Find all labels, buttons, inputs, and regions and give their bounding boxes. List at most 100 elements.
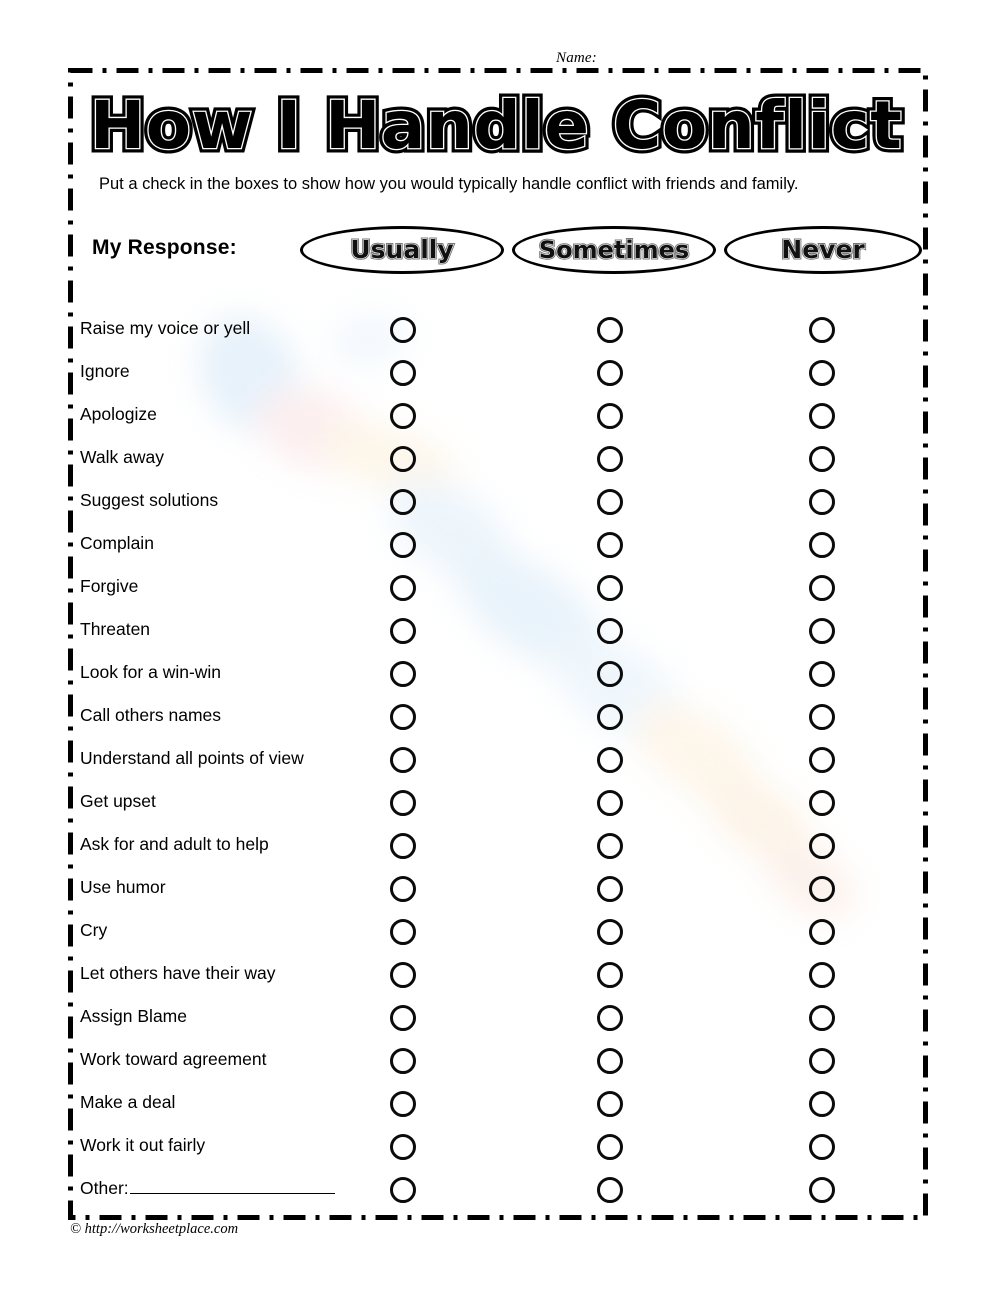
response-bubble-usually[interactable] bbox=[390, 575, 416, 601]
response-bubble-sometimes[interactable] bbox=[597, 876, 623, 902]
response-bubble-sometimes[interactable] bbox=[597, 360, 623, 386]
response-bubble-never[interactable] bbox=[809, 790, 835, 816]
row-label-text: Raise my voice or yell bbox=[80, 318, 251, 338]
checklist-row: Cry bbox=[0, 918, 1000, 961]
checklist-row: Use humor bbox=[0, 875, 1000, 918]
row-label: Understand all points of view bbox=[80, 746, 304, 770]
row-label: Ask for and adult to help bbox=[80, 832, 269, 856]
response-bubble-sometimes[interactable] bbox=[597, 747, 623, 773]
response-bubble-sometimes[interactable] bbox=[597, 1177, 623, 1203]
row-label: Call others names bbox=[80, 703, 221, 727]
checklist-row: Suggest solutions bbox=[0, 488, 1000, 531]
row-label-text: Other: bbox=[80, 1178, 129, 1198]
response-bubble-usually[interactable] bbox=[390, 962, 416, 988]
checklist-row: Work toward agreement bbox=[0, 1047, 1000, 1090]
checklist-row: Work it out fairly bbox=[0, 1133, 1000, 1176]
response-bubble-never[interactable] bbox=[809, 1134, 835, 1160]
row-label-text: Use humor bbox=[80, 877, 166, 897]
row-label-text: Complain bbox=[80, 533, 154, 553]
response-bubble-usually[interactable] bbox=[390, 790, 416, 816]
response-bubble-usually[interactable] bbox=[390, 1177, 416, 1203]
svg-text:Usually: Usually bbox=[350, 235, 453, 264]
response-bubble-sometimes[interactable] bbox=[597, 962, 623, 988]
row-label-text: Apologize bbox=[80, 404, 157, 424]
my-response-label: My Response: bbox=[92, 236, 237, 259]
response-bubble-never[interactable] bbox=[809, 1048, 835, 1074]
row-label: Get upset bbox=[80, 789, 156, 813]
column-header-sometimes: Sometimes Sometimes Sometimes bbox=[512, 226, 716, 274]
response-bubble-never[interactable] bbox=[809, 962, 835, 988]
other-write-in-line[interactable] bbox=[129, 1180, 335, 1194]
response-bubble-sometimes[interactable] bbox=[597, 317, 623, 343]
response-bubble-never[interactable] bbox=[809, 704, 835, 730]
response-bubble-usually[interactable] bbox=[390, 876, 416, 902]
response-bubble-sometimes[interactable] bbox=[597, 919, 623, 945]
response-bubble-usually[interactable] bbox=[390, 1134, 416, 1160]
response-bubble-never[interactable] bbox=[809, 876, 835, 902]
response-bubble-sometimes[interactable] bbox=[597, 618, 623, 644]
svg-text:Never: Never bbox=[781, 235, 865, 264]
response-bubble-sometimes[interactable] bbox=[597, 1091, 623, 1117]
response-bubble-sometimes[interactable] bbox=[597, 1048, 623, 1074]
response-bubble-usually[interactable] bbox=[390, 532, 416, 558]
response-bubble-sometimes[interactable] bbox=[597, 790, 623, 816]
checklist-row: Understand all points of view bbox=[0, 746, 1000, 789]
response-bubble-sometimes[interactable] bbox=[597, 489, 623, 515]
response-bubble-usually[interactable] bbox=[390, 317, 416, 343]
response-bubble-usually[interactable] bbox=[390, 704, 416, 730]
response-bubble-never[interactable] bbox=[809, 446, 835, 472]
response-bubble-usually[interactable] bbox=[390, 403, 416, 429]
response-bubble-sometimes[interactable] bbox=[597, 1005, 623, 1031]
row-label: Apologize bbox=[80, 402, 157, 426]
response-bubble-usually[interactable] bbox=[390, 618, 416, 644]
response-bubble-sometimes[interactable] bbox=[597, 833, 623, 859]
row-label: Work toward agreement bbox=[80, 1047, 266, 1071]
response-bubble-sometimes[interactable] bbox=[597, 704, 623, 730]
response-bubble-never[interactable] bbox=[809, 360, 835, 386]
response-bubble-never[interactable] bbox=[809, 833, 835, 859]
response-bubble-never[interactable] bbox=[809, 618, 835, 644]
column-header-never: Never Never Never bbox=[724, 226, 922, 274]
row-label-text: Walk away bbox=[80, 447, 164, 467]
response-bubble-usually[interactable] bbox=[390, 747, 416, 773]
row-label: Let others have their way bbox=[80, 961, 276, 985]
checklist-row: Forgive bbox=[0, 574, 1000, 617]
column-header-usually: Usually Usually Usually bbox=[300, 226, 504, 274]
response-bubble-sometimes[interactable] bbox=[597, 1134, 623, 1160]
row-label-text: Forgive bbox=[80, 576, 139, 596]
response-bubble-usually[interactable] bbox=[390, 1091, 416, 1117]
svg-text:Sometimes: Sometimes bbox=[539, 236, 689, 264]
response-bubble-sometimes[interactable] bbox=[597, 575, 623, 601]
response-bubble-never[interactable] bbox=[809, 317, 835, 343]
row-label: Complain bbox=[80, 531, 154, 555]
checklist-row: Apologize bbox=[0, 402, 1000, 445]
row-label-text: Work it out fairly bbox=[80, 1135, 206, 1155]
response-bubble-never[interactable] bbox=[809, 661, 835, 687]
response-bubble-sometimes[interactable] bbox=[597, 403, 623, 429]
row-label: Other: bbox=[80, 1176, 335, 1200]
svg-text:How I Handle Conflict: How I Handle Conflict bbox=[90, 87, 902, 164]
response-bubble-sometimes[interactable] bbox=[597, 661, 623, 687]
response-bubble-usually[interactable] bbox=[390, 1048, 416, 1074]
response-bubble-usually[interactable] bbox=[390, 360, 416, 386]
response-bubble-never[interactable] bbox=[809, 489, 835, 515]
response-bubble-usually[interactable] bbox=[390, 661, 416, 687]
response-bubble-usually[interactable] bbox=[390, 919, 416, 945]
response-bubble-usually[interactable] bbox=[390, 446, 416, 472]
response-bubble-never[interactable] bbox=[809, 1177, 835, 1203]
response-bubble-never[interactable] bbox=[809, 1005, 835, 1031]
response-bubble-never[interactable] bbox=[809, 919, 835, 945]
response-bubble-never[interactable] bbox=[809, 403, 835, 429]
response-bubble-never[interactable] bbox=[809, 575, 835, 601]
response-bubble-usually[interactable] bbox=[390, 833, 416, 859]
response-bubble-never[interactable] bbox=[809, 532, 835, 558]
response-bubble-sometimes[interactable] bbox=[597, 532, 623, 558]
response-bubble-never[interactable] bbox=[809, 1091, 835, 1117]
row-label-text: Get upset bbox=[80, 791, 156, 811]
response-bubble-usually[interactable] bbox=[390, 489, 416, 515]
response-bubble-sometimes[interactable] bbox=[597, 446, 623, 472]
row-label-text: Understand all points of view bbox=[80, 748, 304, 768]
row-label: Make a deal bbox=[80, 1090, 175, 1114]
response-bubble-never[interactable] bbox=[809, 747, 835, 773]
response-bubble-usually[interactable] bbox=[390, 1005, 416, 1031]
